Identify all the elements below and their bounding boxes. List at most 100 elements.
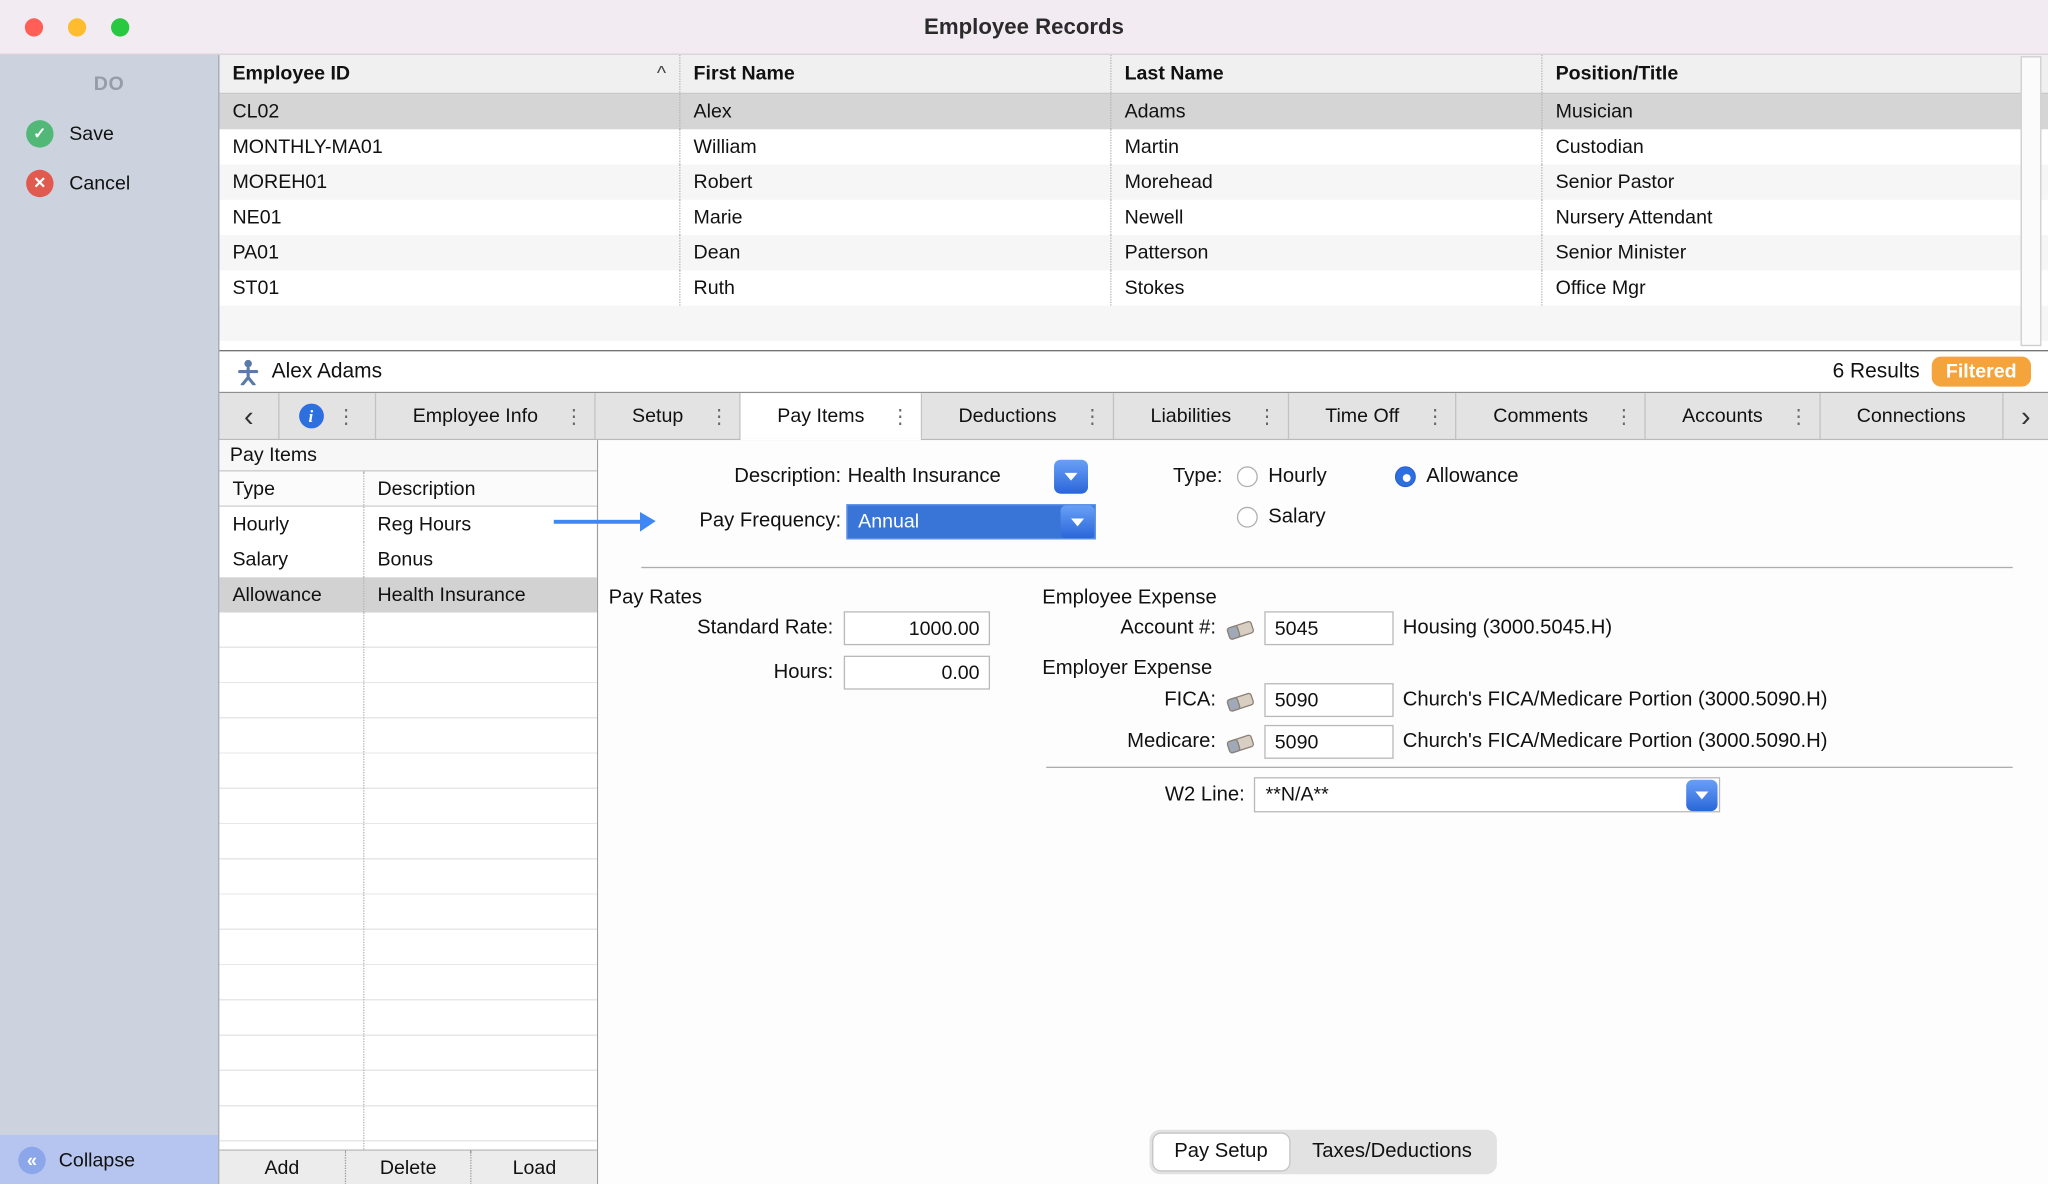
type-radio-allowance[interactable]: [1395, 466, 1416, 487]
main-area: Employee ID ^ First Name Last Name Posit…: [218, 55, 2048, 1184]
w2-line-dropdown-button[interactable]: [1686, 779, 1717, 810]
cell-first-name: Alex: [679, 94, 1110, 129]
tab-pay-setup[interactable]: Pay Setup: [1152, 1132, 1290, 1171]
table-vertical-scrollbar[interactable]: [2021, 56, 2042, 346]
tab-liabilities[interactable]: Liabilities ⋮: [1114, 393, 1289, 439]
type-radio-salary[interactable]: [1237, 507, 1258, 528]
kebab-icon[interactable]: ⋮: [1614, 404, 1634, 428]
sort-ascending-icon: ^: [657, 63, 666, 85]
pay-frequency-combobox[interactable]: Annual: [846, 504, 1095, 539]
employer-expense-section-label: Employer Expense: [1042, 654, 1212, 683]
table-row-ne01[interactable]: NE01 Marie Newell Nursery Attendant: [219, 200, 2048, 235]
save-label: Save: [69, 122, 114, 144]
employee-records-window: Employee Records DO ✓ Save ✕ Cancel « Co…: [0, 0, 2048, 1184]
collapse-sidebar-button[interactable]: « Collapse: [0, 1135, 218, 1184]
table-row-moreh01[interactable]: MOREH01 Robert Morehead Senior Pastor: [219, 165, 2048, 200]
column-header-last-name[interactable]: Last Name: [1110, 55, 1541, 93]
employee-table-header: Employee ID ^ First Name Last Name Posit…: [219, 55, 2048, 94]
table-row-st01[interactable]: ST01 Ruth Stokes Office Mgr: [219, 270, 2048, 305]
tab-comments[interactable]: Comments ⋮: [1457, 393, 1646, 439]
description-value: Health Insurance: [848, 460, 1001, 494]
tab-taxes-deductions[interactable]: Taxes/Deductions: [1290, 1132, 1494, 1171]
type-option-hourly-label[interactable]: Hourly: [1268, 460, 1327, 494]
tab-pay-items[interactable]: Pay Items ⋮: [741, 393, 922, 439]
standard-rate-field[interactable]: 1000.00: [844, 611, 990, 645]
eraser-icon[interactable]: [1224, 690, 1258, 714]
record-tab-bar: ‹ i ⋮ Employee Info ⋮ Setup ⋮ Pay Items …: [219, 393, 2048, 440]
close-window-button[interactable]: [25, 18, 43, 36]
cell-last-name: Adams: [1110, 94, 1541, 129]
cell-position: Nursery Attendant: [1541, 200, 2048, 235]
cancel-button[interactable]: ✕ Cancel: [0, 158, 218, 208]
medicare-account-field[interactable]: 5090: [1264, 725, 1393, 759]
save-button[interactable]: ✓ Save: [0, 108, 218, 158]
current-employee-name: Alex Adams: [272, 360, 382, 384]
results-count: 6 Results: [1833, 360, 1920, 384]
table-row-monthly-ma01[interactable]: MONTHLY-MA01 William Martin Custodian: [219, 129, 2048, 164]
kebab-icon[interactable]: ⋮: [1083, 404, 1103, 428]
kebab-icon[interactable]: ⋮: [891, 404, 911, 428]
tab-employee-info[interactable]: Employee Info ⋮: [376, 393, 595, 439]
pay-item-row-allowance[interactable]: Allowance Health Insurance: [219, 577, 596, 612]
kebab-icon[interactable]: ⋮: [709, 404, 729, 428]
standard-rate-label: Standard Rate:: [598, 611, 833, 645]
cell-last-name: Stokes: [1110, 270, 1541, 305]
cell-first-name: Ruth: [679, 270, 1110, 305]
pay-items-list-panel: Pay Items Type Description Hourly Reg Ho…: [219, 440, 598, 1184]
cell-position: Office Mgr: [1541, 270, 2048, 305]
pay-items-empty-rows: [219, 613, 596, 1150]
annotation-arrow: [554, 520, 640, 524]
tab-accounts[interactable]: Accounts ⋮: [1646, 393, 1821, 439]
back-chevron-icon: ‹: [244, 402, 254, 431]
kebab-icon[interactable]: ⋮: [1257, 404, 1277, 428]
zoom-window-button[interactable]: [111, 18, 129, 36]
hours-field[interactable]: 0.00: [844, 656, 990, 690]
pay-item-row-hourly[interactable]: Hourly Reg Hours: [219, 507, 596, 542]
description-label: Description:: [598, 460, 841, 494]
column-header-employee-id[interactable]: Employee ID ^: [219, 55, 679, 93]
tabs-forward-button[interactable]: ›: [2004, 393, 2048, 439]
type-option-allowance-label[interactable]: Allowance: [1426, 460, 1518, 494]
minimize-window-button[interactable]: [68, 18, 86, 36]
cell-first-name: Robert: [679, 165, 1110, 200]
forward-chevron-icon: ›: [2021, 402, 2031, 431]
column-header-position[interactable]: Position/Title: [1541, 55, 2048, 93]
fica-label: FICA:: [1042, 683, 1216, 717]
kebab-icon[interactable]: ⋮: [564, 404, 584, 428]
cell-first-name: William: [679, 129, 1110, 164]
tabs-back-button[interactable]: ‹: [219, 393, 279, 439]
pay-frequency-dropdown-button[interactable]: [1061, 505, 1095, 538]
filtered-badge[interactable]: Filtered: [1932, 357, 2032, 387]
collapse-label: Collapse: [59, 1149, 135, 1171]
pay-item-detail-pane: Description: Health Insurance Type: Hour…: [598, 440, 2048, 1184]
column-header-description[interactable]: Description: [363, 472, 597, 506]
column-header-type[interactable]: Type: [219, 472, 363, 506]
record-info-tab[interactable]: i ⋮: [280, 393, 377, 439]
tab-time-off[interactable]: Time Off ⋮: [1289, 393, 1457, 439]
traffic-lights: [25, 18, 129, 36]
load-pay-item-button[interactable]: Load: [472, 1151, 597, 1184]
kebab-icon[interactable]: ⋮: [1425, 404, 1445, 428]
type-radio-hourly[interactable]: [1237, 466, 1258, 487]
type-option-salary-label[interactable]: Salary: [1268, 500, 1325, 534]
description-dropdown-button[interactable]: [1054, 460, 1088, 494]
table-row-pa01[interactable]: PA01 Dean Patterson Senior Minister: [219, 235, 2048, 270]
add-pay-item-button[interactable]: Add: [219, 1151, 345, 1184]
w2-line-combobox[interactable]: **N/A**: [1254, 777, 1720, 812]
column-header-first-name[interactable]: First Name: [679, 55, 1110, 93]
pay-items-column-headers: Type Description: [219, 472, 596, 507]
pay-item-row-salary[interactable]: Salary Bonus: [219, 542, 596, 577]
tab-deductions[interactable]: Deductions ⋮: [922, 393, 1114, 439]
account-number-field[interactable]: 5045: [1264, 611, 1393, 645]
eraser-icon[interactable]: [1224, 618, 1258, 642]
eraser-icon[interactable]: [1224, 731, 1258, 755]
tab-setup[interactable]: Setup ⋮: [595, 393, 740, 439]
table-row-cl02[interactable]: CL02 Alex Adams Musician: [219, 94, 2048, 129]
kebab-icon[interactable]: ⋮: [1789, 404, 1809, 428]
tab-connections[interactable]: Connections: [1820, 393, 2003, 439]
pay-bottom-tabs: Pay Setup Taxes/Deductions: [1149, 1130, 1496, 1174]
delete-pay-item-button[interactable]: Delete: [346, 1151, 472, 1184]
fica-account-field[interactable]: 5090: [1264, 683, 1393, 717]
cell-position: Custodian: [1541, 129, 2048, 164]
kebab-icon[interactable]: ⋮: [336, 404, 356, 428]
